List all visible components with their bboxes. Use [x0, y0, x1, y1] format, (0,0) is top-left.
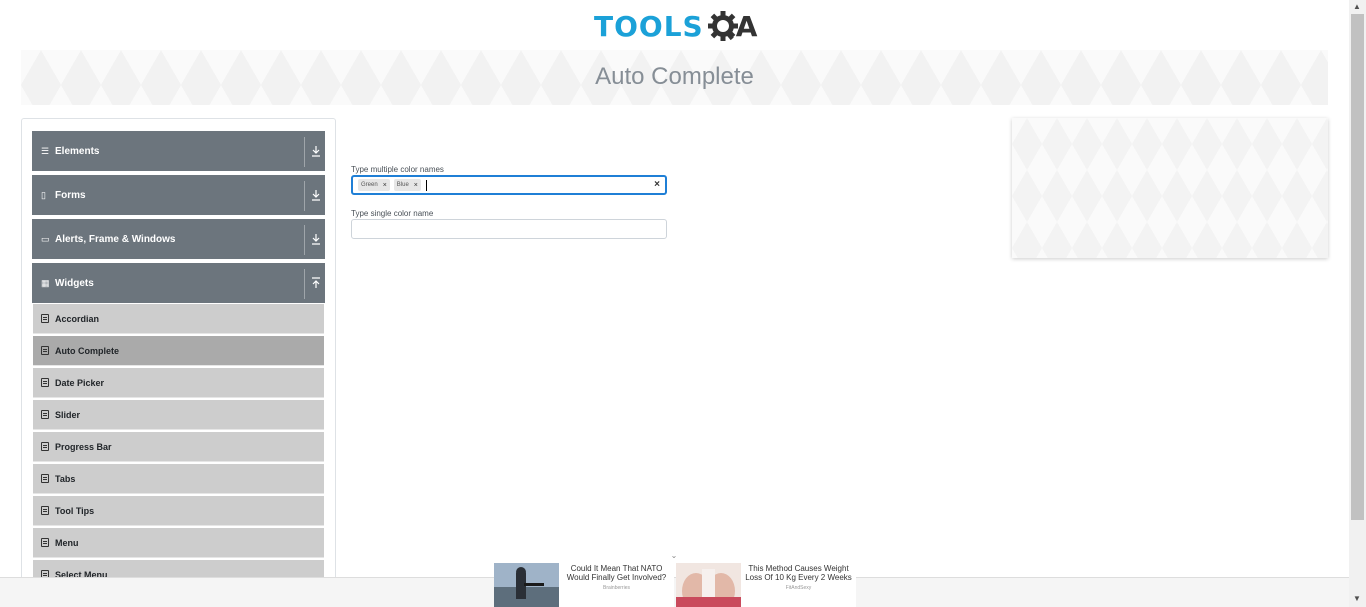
sidebar-item-label: Auto Complete — [55, 345, 119, 356]
ad-source: Brainberries — [603, 585, 630, 591]
gear-icon — [707, 11, 738, 41]
expand-arrow-icon — [312, 146, 320, 157]
clear-all-icon[interactable]: × — [654, 179, 660, 190]
html-icon — [41, 442, 49, 451]
html-icon — [41, 346, 49, 355]
sidebar-group-label: Elements — [55, 145, 100, 157]
sidebar: ☰ Elements ▯ Forms ▭ Alerts, Frame & Win… — [21, 118, 336, 588]
page: { "header": { "logo_text": "TOOLS", "log… — [0, 0, 1366, 607]
sidebar-item-label: Progress Bar — [55, 441, 112, 452]
ad-thumbnail-image — [676, 563, 741, 607]
sidebar-group-label: Alerts, Frame & Windows — [55, 233, 176, 245]
sidebar-group-elements[interactable]: ☰ Elements — [32, 131, 325, 171]
collapse-chevron-icon[interactable]: ⌄ — [668, 551, 680, 561]
sidebar-item-label: Slider — [55, 409, 81, 420]
scrollbar[interactable]: ▲ ▼ — [1349, 0, 1366, 607]
sidebar-item-date-picker[interactable]: Date Picker — [33, 368, 324, 398]
sidebar-item-menu[interactable]: Menu — [33, 528, 324, 558]
single-color-label: Type single color name — [351, 209, 434, 218]
page-banner: Auto Complete — [21, 50, 1328, 105]
sidebar-item-label: Tabs — [55, 473, 76, 484]
sidebar-item-label: Tool Tips — [55, 505, 95, 516]
ad-card-nato[interactable]: Could It Mean That NATO Would Finally Ge… — [494, 563, 674, 607]
chip-label: Green — [361, 182, 378, 188]
html-icon — [41, 410, 49, 419]
divider — [304, 225, 305, 255]
sidebar-group-label: Forms — [55, 189, 86, 201]
window-icon: ▭ — [41, 234, 50, 244]
chip-remove-icon[interactable]: × — [413, 182, 421, 189]
html-icon — [41, 474, 49, 483]
logo-text: TOOLS — [594, 9, 704, 43]
expand-arrow-icon — [312, 234, 320, 245]
sidebar-group-label: Widgets — [55, 277, 94, 289]
html-icon — [41, 538, 49, 547]
sidebar-group-widgets[interactable]: ▦ Widgets — [32, 263, 325, 303]
scroll-up-arrow-icon[interactable]: ▲ — [1353, 2, 1361, 11]
html-icon — [41, 314, 49, 323]
divider — [304, 137, 305, 167]
page-title: Auto Complete — [595, 63, 754, 90]
chip-remove-icon[interactable]: × — [382, 182, 390, 189]
sidebar-item-label: Menu — [55, 537, 79, 548]
hamburger-icon: ☰ — [41, 146, 50, 156]
logo-suffix: A — [735, 9, 758, 43]
multi-color-label: Type multiple color names — [351, 165, 444, 174]
divider — [304, 269, 305, 299]
multi-color-input[interactable]: Green × Blue × × — [351, 175, 667, 195]
divider — [304, 181, 305, 211]
ad-headline: Could It Mean That NATO Would Finally Ge… — [566, 564, 667, 582]
single-color-input[interactable] — [351, 219, 667, 239]
bottom-ad-bar — [0, 577, 1349, 607]
grid-icon: ▦ — [41, 278, 50, 288]
ad-placeholder — [1012, 118, 1328, 258]
color-chip-green: Green × — [358, 179, 390, 191]
sidebar-item-label: Date Picker — [55, 377, 105, 388]
sidebar-item-label: Accordian — [55, 313, 100, 324]
collapse-arrow-icon — [312, 277, 320, 288]
html-icon — [41, 378, 49, 387]
sidebar-group-alerts-frame-windows[interactable]: ▭ Alerts, Frame & Windows — [32, 219, 325, 259]
sidebar-item-accordian[interactable]: Accordian — [33, 304, 324, 334]
sidebar-item-tabs[interactable]: Tabs — [33, 464, 324, 494]
ad-card-weight-loss[interactable]: This Method Causes Weight Loss Of 10 Kg … — [676, 563, 856, 607]
sidebar-item-progress-bar[interactable]: Progress Bar — [33, 432, 324, 462]
sidebar-item-auto-complete[interactable]: Auto Complete — [33, 336, 324, 366]
scroll-down-arrow-icon[interactable]: ▼ — [1353, 594, 1361, 603]
ad-thumbnail-image — [494, 563, 559, 607]
document-icon: ▯ — [41, 190, 46, 200]
sidebar-item-tool-tips[interactable]: Tool Tips — [33, 496, 324, 526]
text-cursor — [425, 179, 427, 191]
sidebar-group-forms[interactable]: ▯ Forms — [32, 175, 325, 215]
html-icon — [41, 506, 49, 515]
color-chip-blue: Blue × — [393, 179, 421, 191]
expand-arrow-icon — [312, 190, 320, 201]
sidebar-item-slider[interactable]: Slider — [33, 400, 324, 430]
ad-source: FitAndSexy — [785, 585, 812, 591]
chip-label: Blue — [396, 182, 409, 188]
scroll-thumb[interactable] — [1351, 14, 1364, 520]
toolsqa-logo[interactable]: TOOLS A — [594, 6, 757, 46]
ad-headline: This Method Causes Weight Loss Of 10 Kg … — [745, 564, 852, 582]
